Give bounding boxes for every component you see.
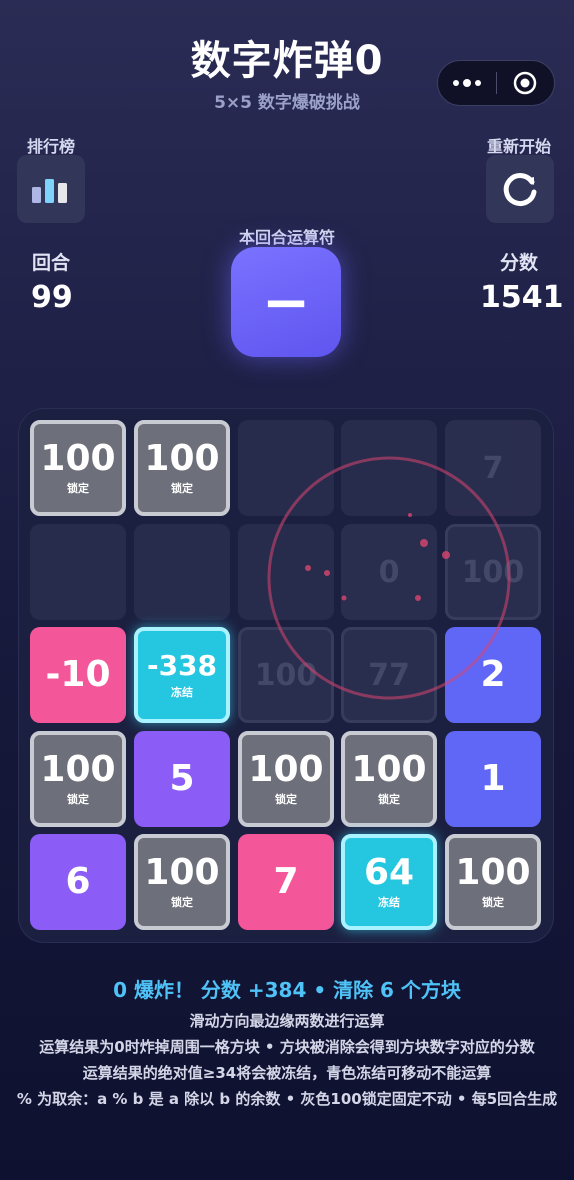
operator-display: − xyxy=(231,247,341,357)
rule-line: % 为取余：a % b 是 a 除以 b 的余数 • 灰色100锁定固定不动 •… xyxy=(16,1090,558,1108)
round-value: 99 xyxy=(31,280,73,315)
more-dot-icon xyxy=(462,79,471,87)
operator-label: 本回合运算符 xyxy=(238,228,335,247)
restart-button[interactable] xyxy=(486,155,554,223)
refresh-icon xyxy=(503,173,537,207)
rule-line: 运算结果为0时炸掉周围一格方块 • 方块被消除会得到方块数字对应的分数 xyxy=(39,1038,535,1056)
restart-label: 重新开始 xyxy=(487,137,552,156)
more-dot-icon xyxy=(452,80,459,86)
rule-line: 运算结果的绝对值≥34将会被冻结，青色冻结可移动不能运算 xyxy=(82,1064,492,1082)
score-value: 1541 xyxy=(480,280,564,315)
bar-chart-icon xyxy=(32,179,67,203)
leaderboard-button[interactable] xyxy=(17,155,85,223)
more-menu-button[interactable] xyxy=(438,61,496,105)
leaderboard-label: 排行榜 xyxy=(27,137,76,156)
round-label: 回合 xyxy=(32,252,71,274)
more-dot-icon xyxy=(474,80,481,86)
close-program-button[interactable] xyxy=(496,61,554,105)
result-message: 0 爆炸！ 分数 +384 • 清除 6 个方块 xyxy=(113,978,461,1002)
explosion-ring-icon xyxy=(267,456,511,700)
score-label: 分数 xyxy=(500,252,539,274)
game-board[interactable]: 100 锁定 100 锁定 -10 -338 冻结 2 100 锁定 5 100… xyxy=(18,408,554,943)
mini-program-capsule xyxy=(437,60,555,106)
target-icon xyxy=(513,71,537,95)
rule-line: 滑动方向最边缘两数进行运算 xyxy=(189,1012,385,1030)
